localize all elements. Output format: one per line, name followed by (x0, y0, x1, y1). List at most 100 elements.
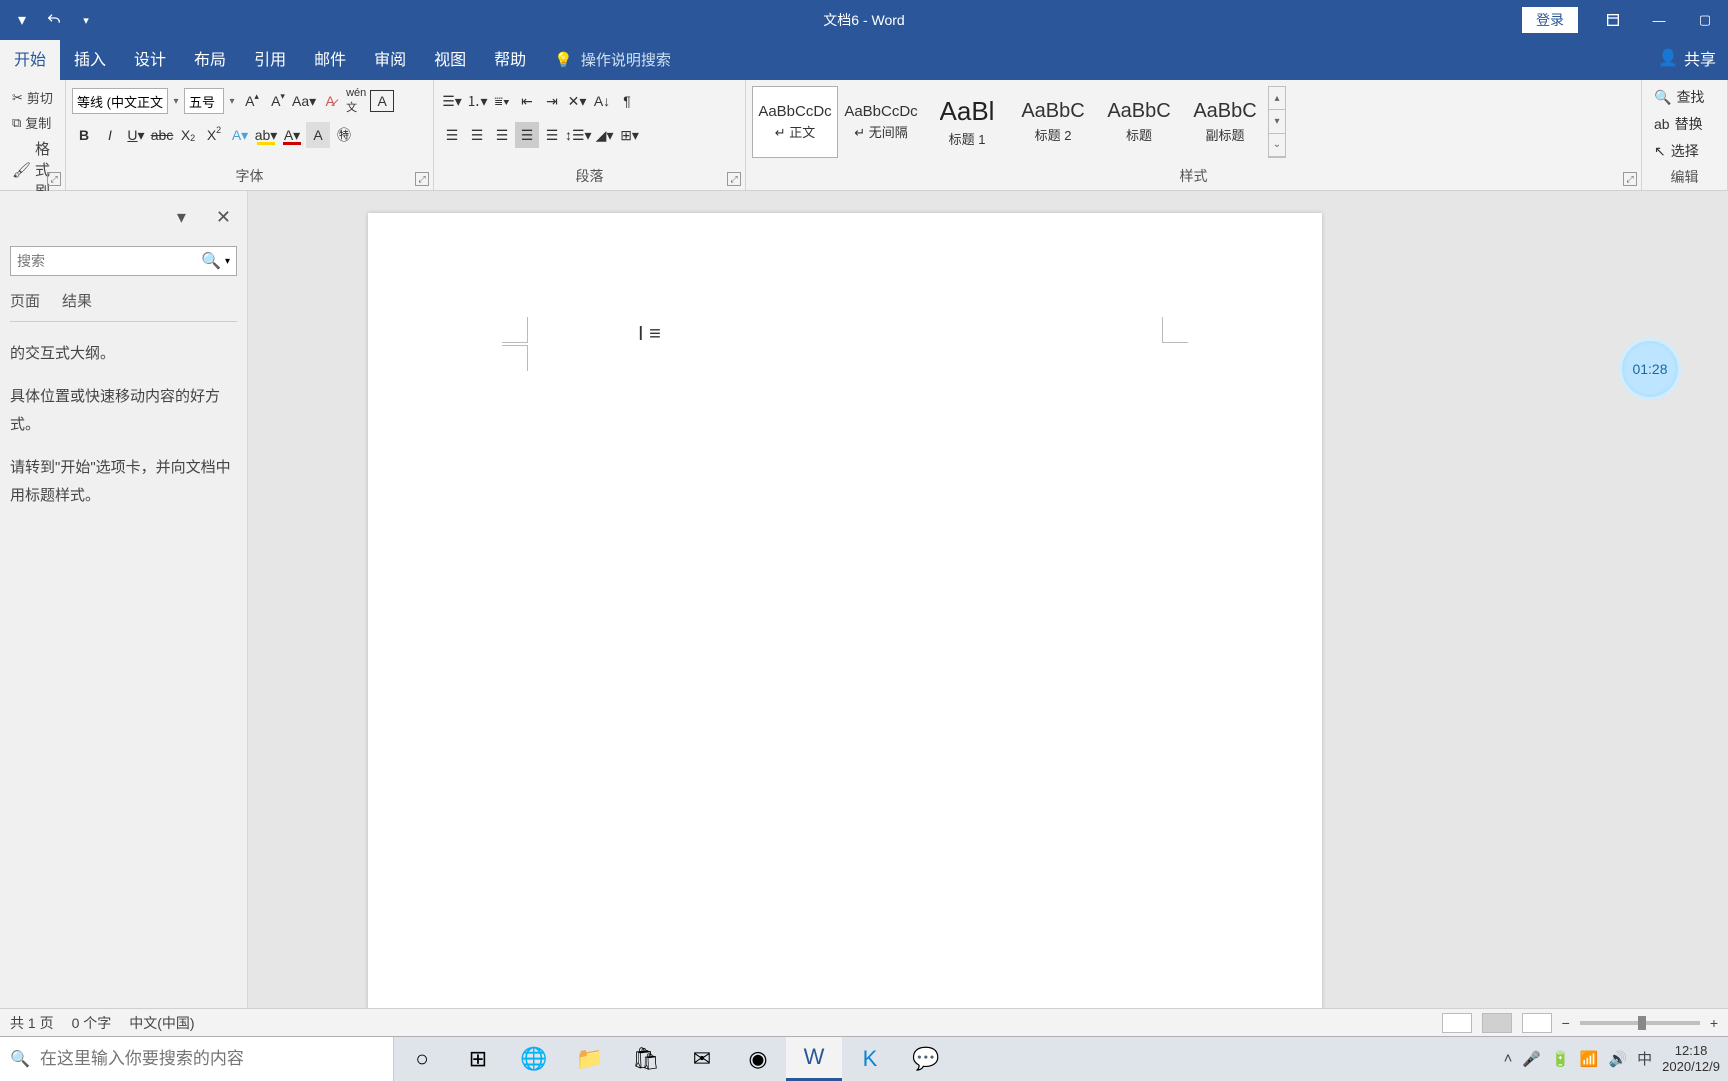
mail-icon[interactable]: ✉ (674, 1037, 730, 1081)
search-icon[interactable]: 🔍 (201, 251, 221, 271)
status-language[interactable]: 中文(中国) (129, 1013, 194, 1033)
cut-button[interactable]: ✂剪切 (8, 86, 57, 109)
line-spacing-button[interactable]: ↕☰▾ (565, 122, 592, 148)
tab-review[interactable]: 审阅 (360, 36, 420, 80)
style-normal[interactable]: AaBbCcDc↵ 正文 (752, 86, 838, 158)
tray-ime[interactable]: 中 (1637, 1048, 1652, 1069)
zoom-out-button[interactable]: − (1562, 1015, 1570, 1031)
borders-button[interactable]: ⊞▾ (618, 122, 642, 148)
view-read-button[interactable] (1442, 1013, 1472, 1033)
font-size-combo[interactable]: 五号 (184, 88, 224, 114)
distributed-button[interactable]: ☰ (540, 122, 564, 148)
view-print-button[interactable] (1482, 1013, 1512, 1033)
phonetic-guide-button[interactable]: wén文 (344, 88, 368, 114)
clipboard-dialog-launcher[interactable]: ⤢ (47, 172, 61, 186)
tab-mailings[interactable]: 邮件 (300, 36, 360, 80)
tab-home[interactable]: 开始 (0, 36, 60, 80)
view-web-button[interactable] (1522, 1013, 1552, 1033)
copy-button[interactable]: ⧉复制 (8, 111, 57, 134)
share-button[interactable]: 👤 共享 (1646, 36, 1728, 80)
increase-indent-button[interactable]: ⇥ (540, 88, 564, 114)
char-border-button[interactable]: A (370, 90, 394, 112)
font-color-button[interactable]: A▾ (280, 122, 304, 148)
qat-dropdown[interactable]: ▾ (8, 6, 36, 34)
word-icon[interactable]: W (786, 1037, 842, 1081)
tab-view[interactable]: 视图 (420, 36, 480, 80)
tab-insert[interactable]: 插入 (60, 36, 120, 80)
tab-help[interactable]: 帮助 (480, 36, 540, 80)
login-button[interactable]: 登录 (1522, 7, 1578, 33)
kugou-icon[interactable]: K (842, 1037, 898, 1081)
font-size-dropdown[interactable]: ▾ (226, 89, 238, 113)
zoom-in-button[interactable]: + (1710, 1015, 1718, 1031)
status-pages[interactable]: 共 1 页 (10, 1013, 54, 1033)
font-name-combo[interactable]: 等线 (中文正文 (72, 88, 168, 114)
tray-volume-icon[interactable]: 🔊 (1608, 1050, 1627, 1068)
undo-button[interactable] (40, 6, 68, 34)
font-dialog-launcher[interactable]: ⤢ (415, 172, 429, 186)
font-name-dropdown[interactable]: ▾ (170, 89, 182, 113)
tell-me[interactable]: 💡 操作说明搜索 (540, 39, 685, 80)
tab-design[interactable]: 设计 (120, 36, 180, 80)
style-subtitle[interactable]: AaBbC副标题 (1182, 86, 1268, 158)
change-case-button[interactable]: Aa▾ (292, 88, 316, 114)
zoom-slider[interactable] (1580, 1021, 1700, 1025)
ribbon-display-button[interactable] (1590, 0, 1636, 40)
styles-dialog-launcher[interactable]: ⤢ (1623, 172, 1637, 186)
status-words[interactable]: 0 个字 (72, 1013, 112, 1033)
tray-wifi-icon[interactable]: 📶 (1580, 1050, 1599, 1068)
document-area[interactable]: I ≡ 01:28 (248, 191, 1728, 1036)
decrease-indent-button[interactable]: ⇤ (515, 88, 539, 114)
style-heading2[interactable]: AaBbC标题 2 (1010, 86, 1096, 158)
style-title[interactable]: AaBbC标题 (1096, 86, 1182, 158)
char-shading-button[interactable]: A (306, 122, 330, 148)
task-view-icon[interactable]: ⊞ (450, 1037, 506, 1081)
shading-button[interactable]: ◢▾ (593, 122, 617, 148)
tab-layout[interactable]: 布局 (180, 36, 240, 80)
cortana-icon[interactable]: ○ (394, 1037, 450, 1081)
find-button[interactable]: 🔍查找 (1648, 84, 1721, 110)
taskbar-search[interactable]: 🔍 (0, 1037, 394, 1081)
wechat-icon[interactable]: 💬 (898, 1037, 954, 1081)
nav-dropdown-icon[interactable]: ▾ (177, 207, 186, 228)
maximize-button[interactable]: ▢ (1682, 0, 1728, 40)
style-nospacing[interactable]: AaBbCcDc↵ 无间隔 (838, 86, 924, 158)
tab-references[interactable]: 引用 (240, 36, 300, 80)
replace-button[interactable]: ab替换 (1648, 111, 1721, 137)
chevron-down-icon[interactable]: ▾ (225, 256, 230, 267)
text-effects-button[interactable]: A▾ (228, 122, 252, 148)
tray-mic-icon[interactable]: 🎤 (1522, 1050, 1541, 1068)
nav-tab-pages[interactable]: 页面 (10, 290, 40, 311)
qat-customize[interactable]: ▾ (72, 6, 100, 34)
nav-search-input[interactable] (17, 253, 201, 269)
bullets-button[interactable]: ☰▾ (440, 88, 464, 114)
tray-chevron-icon[interactable]: ˄ (1504, 1050, 1513, 1067)
select-button[interactable]: ↖选择 (1648, 138, 1721, 164)
tray-clock[interactable]: 12:18 2020/12/9 (1662, 1043, 1720, 1074)
italic-button[interactable]: I (98, 122, 122, 148)
shrink-font-button[interactable]: A▾ (266, 88, 290, 114)
bold-button[interactable]: B (72, 122, 96, 148)
show-marks-button[interactable]: ¶ (615, 88, 639, 114)
chrome-icon[interactable]: ◉ (730, 1037, 786, 1081)
numbering-button[interactable]: ⒈▾ (465, 88, 489, 114)
page[interactable]: I ≡ (368, 213, 1322, 1036)
grow-font-button[interactable]: A▴ (240, 88, 264, 114)
enclose-char-button[interactable]: ㊕ (332, 122, 356, 148)
clear-format-button[interactable]: A̷ (318, 88, 342, 114)
multilevel-button[interactable]: ⩸▾ (490, 88, 514, 114)
justify-button[interactable]: ☰ (515, 122, 539, 148)
styles-scroll[interactable]: ▴▾⌄ (1268, 86, 1286, 158)
subscript-button[interactable]: X2 (176, 122, 200, 148)
nav-close-button[interactable]: ✕ (216, 207, 231, 228)
edge-icon[interactable]: 🌐 (506, 1037, 562, 1081)
explorer-icon[interactable]: 📁 (562, 1037, 618, 1081)
strikethrough-button[interactable]: abc (150, 122, 174, 148)
tray-battery-icon[interactable]: 🔋 (1551, 1050, 1570, 1068)
paragraph-dialog-launcher[interactable]: ⤢ (727, 172, 741, 186)
nav-search-box[interactable]: 🔍 ▾ (10, 246, 237, 276)
store-icon[interactable]: 🛍 (618, 1037, 674, 1081)
taskbar-search-input[interactable] (40, 1049, 383, 1069)
sort-button[interactable]: A↓ (590, 88, 614, 114)
timer-overlay[interactable]: 01:28 (1622, 341, 1678, 397)
